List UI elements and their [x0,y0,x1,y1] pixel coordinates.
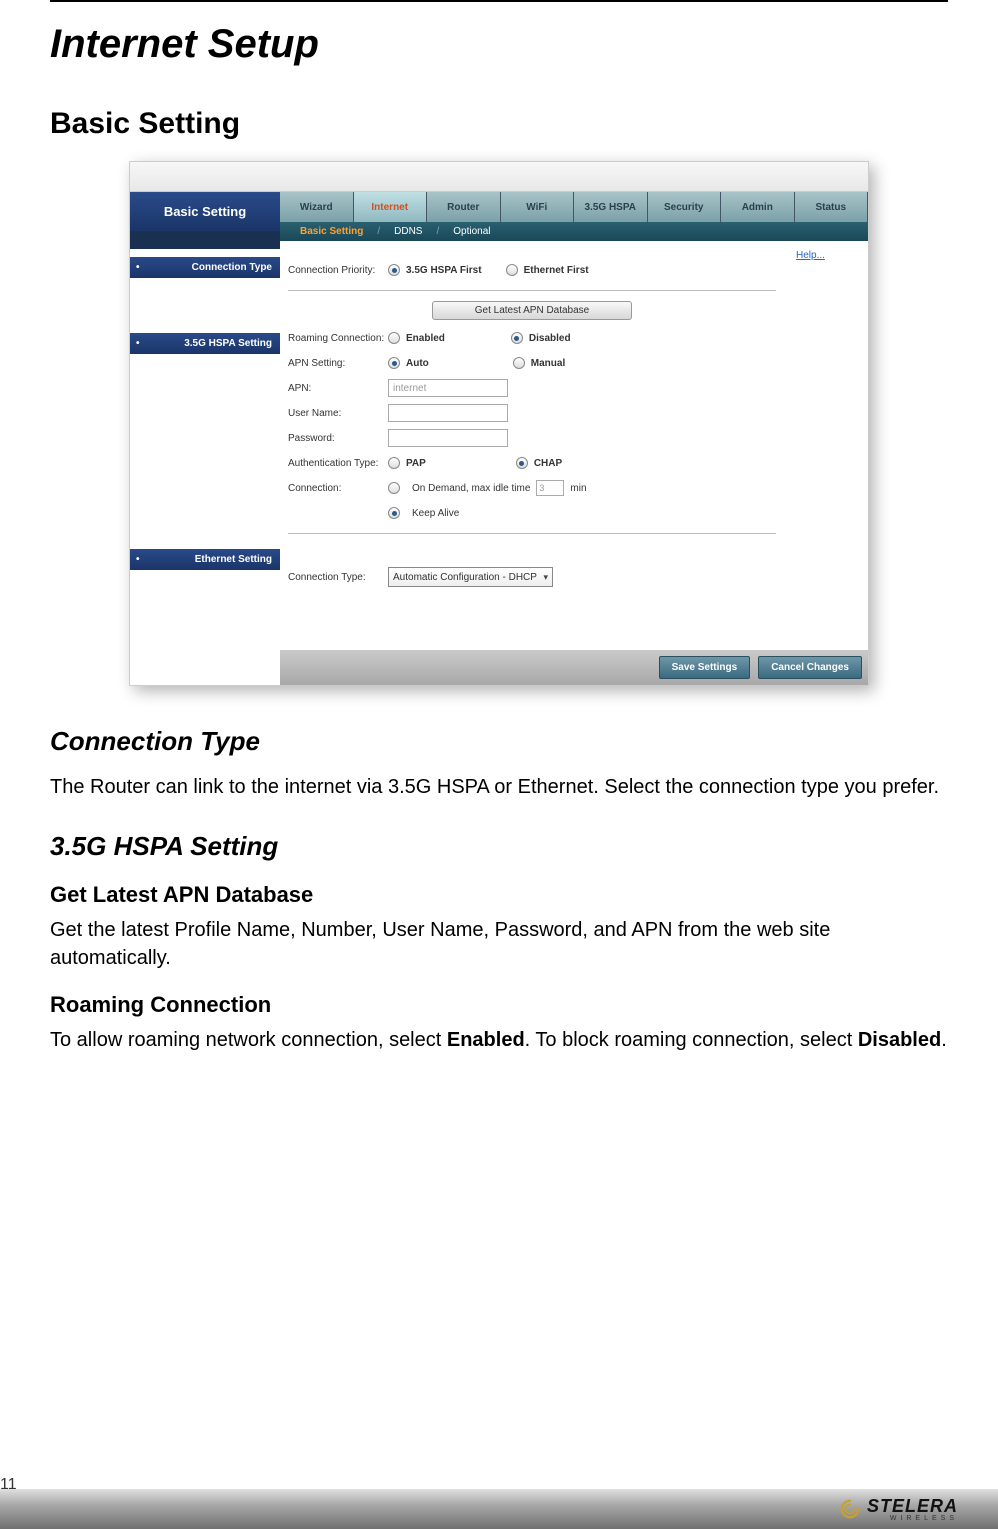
on-demand-label: On Demand, max idle time [412,483,530,494]
radio-ethernet-first[interactable] [506,264,518,276]
roaming-disabled-label: Disabled [529,333,571,344]
apn-auto-label: Auto [406,358,429,369]
sub-tabs: Basic Setting / DDNS / Optional [280,222,868,241]
heading-apn-database: Get Latest APN Database [50,882,948,908]
tab-admin[interactable]: Admin [721,192,795,222]
sidebar-item-connection-type: Connection Type [130,257,280,278]
apn-manual-label: Manual [531,358,565,369]
heading-hspa-setting: 3.5G HSPA Setting [50,831,948,862]
tab-wifi[interactable]: WiFi [501,192,575,222]
sidebar-title: Basic Setting [130,192,280,231]
router-window-bar [130,162,868,192]
text-roaming-connection: To allow roaming network connection, sel… [50,1026,948,1054]
subtab-ddns[interactable]: DDNS [394,226,422,237]
heading-connection-type: Connection Type [50,726,948,757]
password-label: Password: [288,433,388,444]
stelera-logo: STELERA WIRELESS [839,1496,958,1522]
subtab-basic-setting[interactable]: Basic Setting [300,226,363,237]
tab-security[interactable]: Security [648,192,722,222]
page-title: Internet Setup [50,22,948,67]
connection-priority-label: Connection Priority: [288,265,388,276]
chap-label: CHAP [534,458,562,469]
logo-main-text: STELERA [867,1496,958,1517]
min-label: min [570,483,586,494]
footer-bar: STELERA WIRELESS [0,1489,998,1529]
radio-chap[interactable] [516,457,528,469]
logo-swirl-icon [839,1498,861,1520]
radio-ethernet-first-label: Ethernet First [524,265,589,276]
tab-hspa[interactable]: 3.5G HSPA [574,192,648,222]
apn-input[interactable] [388,379,508,397]
save-settings-button[interactable]: Save Settings [659,656,751,679]
cancel-changes-button[interactable]: Cancel Changes [758,656,862,679]
password-input[interactable] [388,429,508,447]
radio-roaming-enabled[interactable] [388,332,400,344]
help-link[interactable]: Help... [796,250,825,261]
username-input[interactable] [388,404,508,422]
keep-alive-label: Keep Alive [412,508,459,519]
tab-router[interactable]: Router [427,192,501,222]
radio-pap[interactable] [388,457,400,469]
sidebar-item-hspa-setting: 3.5G HSPA Setting [130,333,280,354]
sidebar-item-ethernet-setting: Ethernet Setting [130,549,280,570]
main-tabs: Wizard Internet Router WiFi 3.5G HSPA Se… [280,192,868,222]
page-number: 11 [0,1476,17,1494]
radio-keep-alive[interactable] [388,507,400,519]
radio-roaming-disabled[interactable] [511,332,523,344]
auth-type-label: Authentication Type: [288,458,388,469]
radio-apn-manual[interactable] [513,357,525,369]
router-screenshot: Basic Setting Connection Type 3.5G HSPA … [129,161,869,686]
username-label: User Name: [288,408,388,419]
radio-apn-auto[interactable] [388,357,400,369]
ethernet-conn-type-select[interactable]: Automatic Configuration - DHCP [388,567,553,587]
text-apn-database: Get the latest Profile Name, Number, Use… [50,916,948,972]
radio-hspa-first[interactable] [388,264,400,276]
ethernet-conn-type-label: Connection Type: [288,572,388,583]
apn-label: APN: [288,383,388,394]
section-basic-setting: Basic Setting [50,107,948,141]
heading-roaming-connection: Roaming Connection [50,992,948,1018]
radio-on-demand[interactable] [388,482,400,494]
roaming-label: Roaming Connection: [288,333,388,344]
subtab-optional[interactable]: Optional [453,226,490,237]
idle-time-input[interactable] [536,480,564,496]
text-connection-type: The Router can link to the internet via … [50,773,948,801]
apn-setting-label: APN Setting: [288,358,388,369]
pap-label: PAP [406,458,426,469]
tab-internet[interactable]: Internet [354,192,428,222]
tab-status[interactable]: Status [795,192,869,222]
radio-hspa-first-label: 3.5G HSPA First [406,265,482,276]
get-apn-database-button[interactable]: Get Latest APN Database [432,301,632,320]
connection-label: Connection: [288,483,388,494]
roaming-enabled-label: Enabled [406,333,445,344]
tab-wizard[interactable]: Wizard [280,192,354,222]
